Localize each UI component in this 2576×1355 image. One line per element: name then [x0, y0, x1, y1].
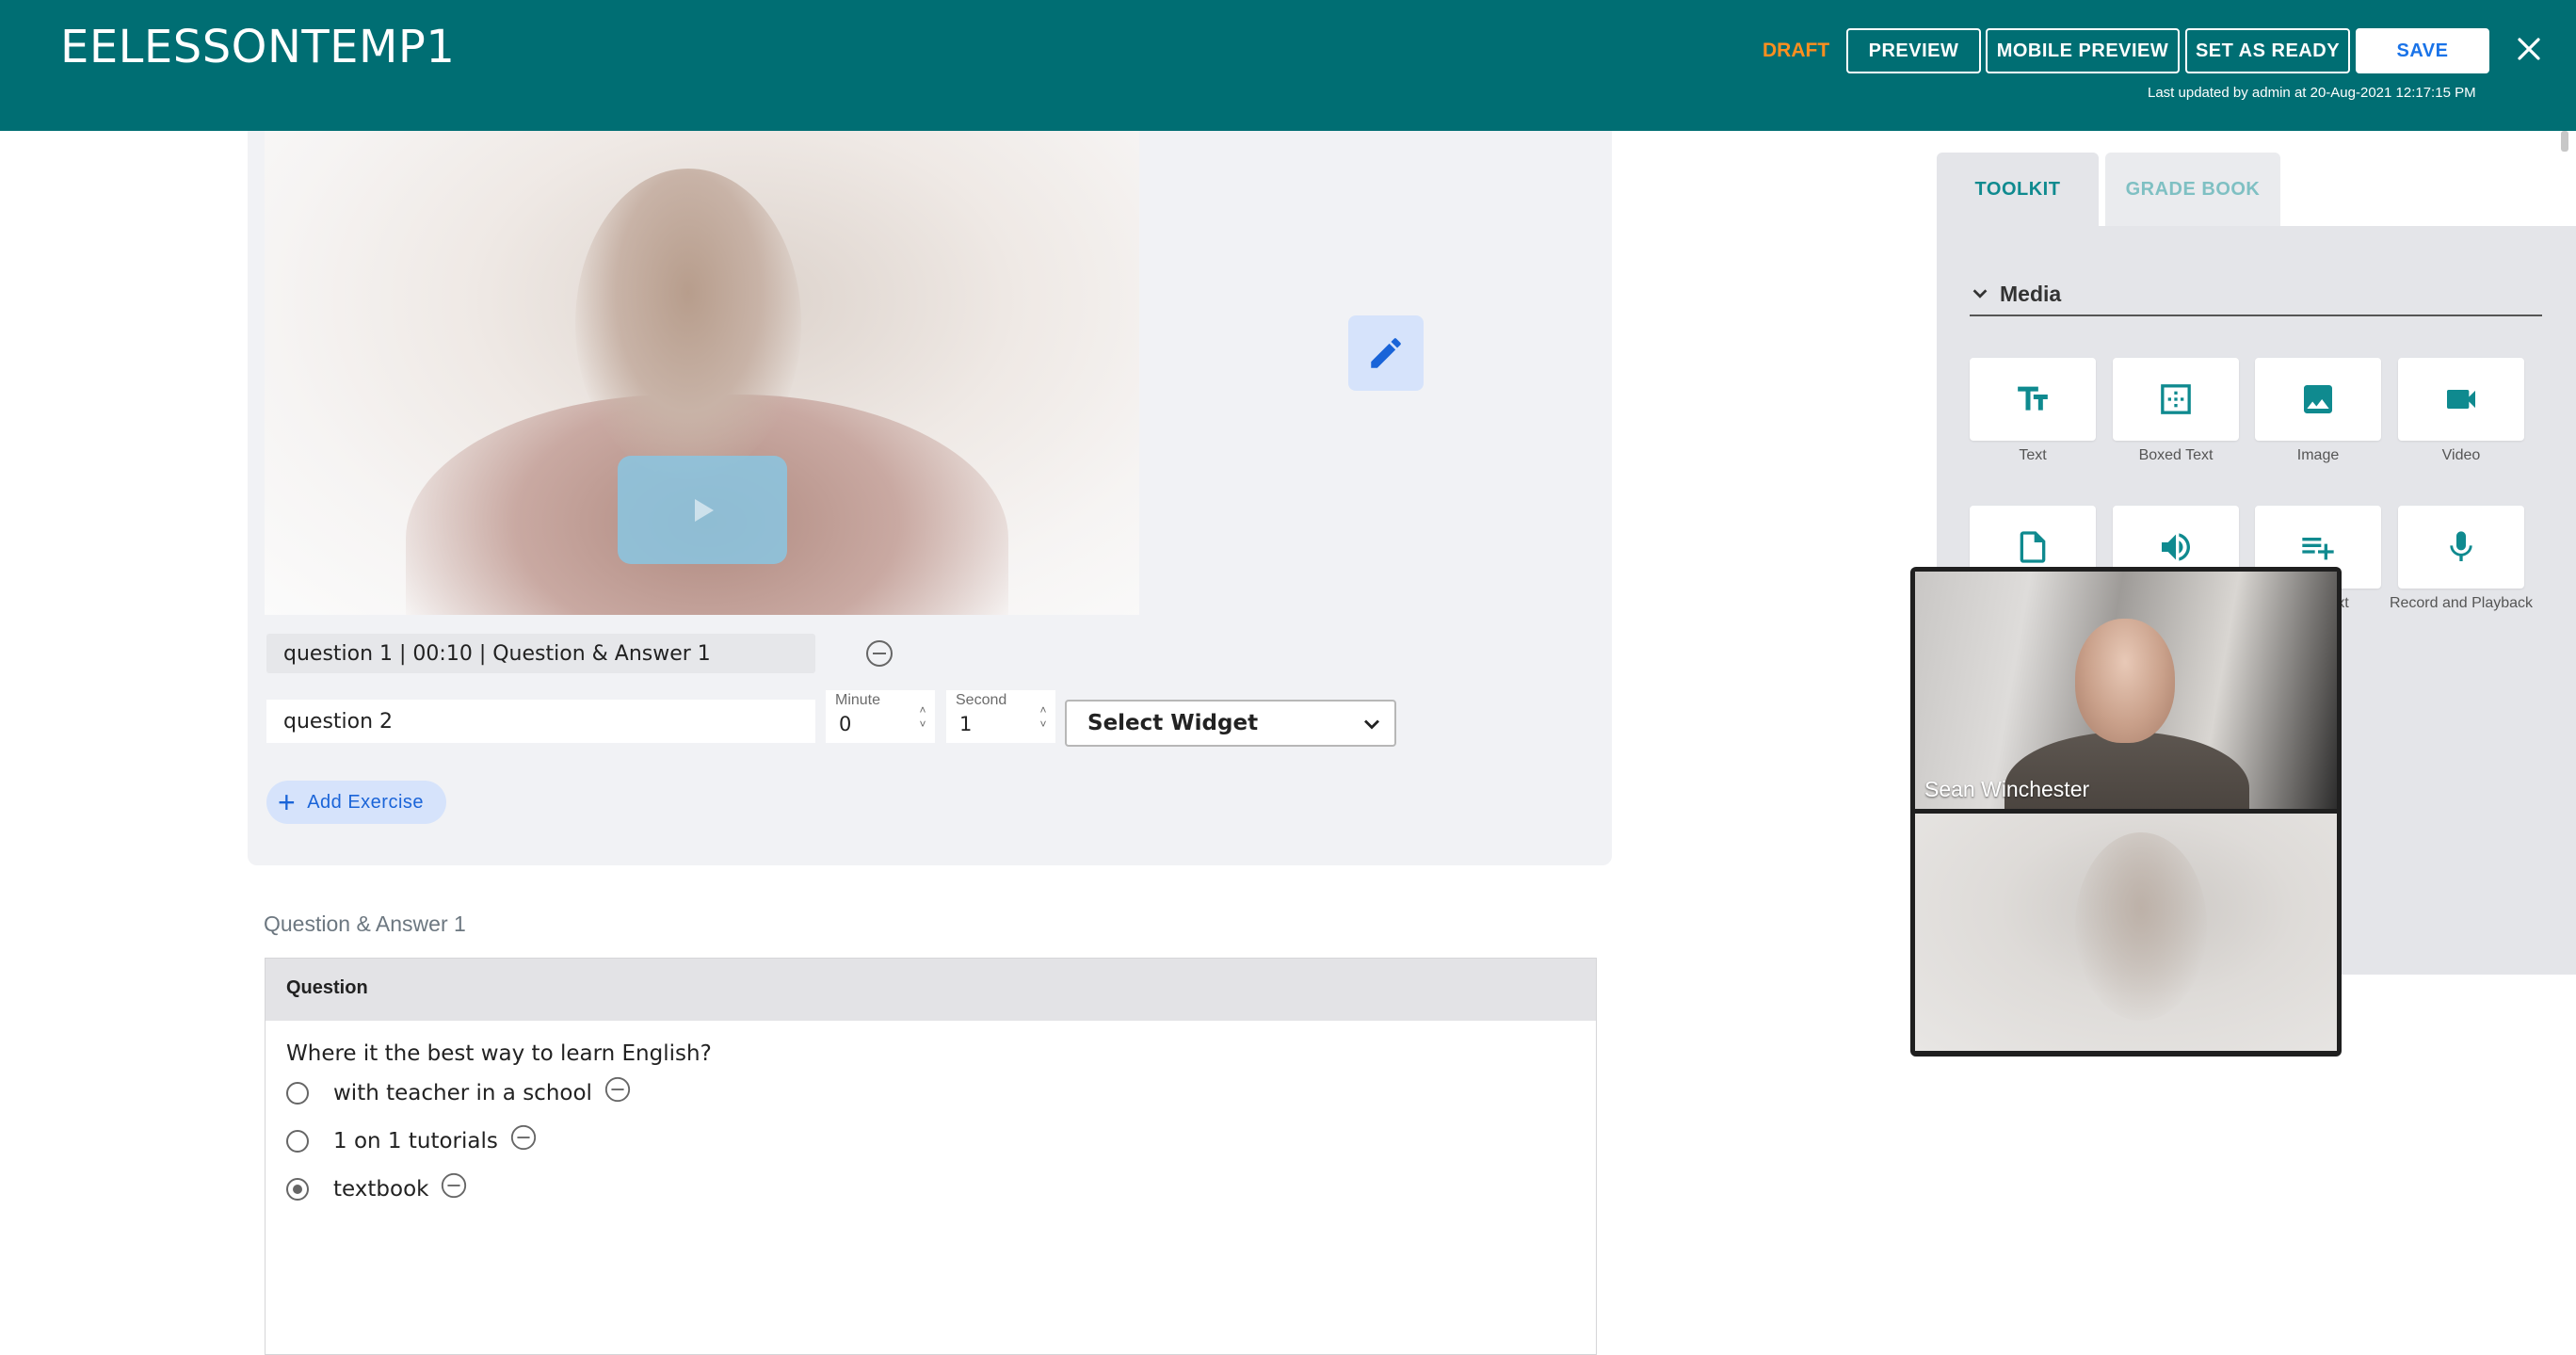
- mobile-preview-button[interactable]: MOBILE PREVIEW: [1986, 28, 2180, 73]
- tool-label: Image: [2296, 447, 2340, 463]
- widget-select-value: Select Widget: [1087, 711, 1259, 735]
- video-call-overlay[interactable]: Sean Winchester: [1910, 567, 2342, 1057]
- scrollbar[interactable]: [2561, 131, 2568, 152]
- tool-boxed-text[interactable]: [2113, 358, 2239, 441]
- status-badge: DRAFT: [1763, 40, 1830, 61]
- tool-image[interactable]: [2255, 358, 2381, 441]
- document-icon: [2020, 531, 2046, 563]
- add-exercise-button[interactable]: + Add Exercise: [266, 781, 446, 824]
- tab-toolkit[interactable]: TOOLKIT: [1937, 153, 2099, 226]
- tool-label: Video: [2441, 447, 2481, 463]
- close-icon[interactable]: [2510, 30, 2548, 68]
- second-spin-arrows-icon[interactable]: ˄ ˅: [1037, 703, 1050, 732]
- widget-select[interactable]: Select Widget: [1065, 700, 1396, 747]
- image-icon: [2304, 385, 2332, 413]
- video-camera-icon: [2447, 390, 2475, 409]
- chevron-down-icon: [1364, 719, 1379, 730]
- media-section-header[interactable]: Media: [1970, 273, 2542, 316]
- participant-video-tile: Sean Winchester: [1915, 572, 2337, 809]
- tool-label: Boxed Text: [2138, 447, 2214, 463]
- minute-spin-arrows-icon[interactable]: ˄ ˅: [916, 703, 929, 732]
- boxed-text-icon: [2161, 384, 2191, 414]
- remove-exercise-icon[interactable]: [864, 638, 894, 669]
- microphone-icon: [2450, 531, 2472, 561]
- answer-option[interactable]: with teacher in a school: [286, 1074, 632, 1112]
- remove-option-icon[interactable]: [604, 1075, 632, 1104]
- second-stepper[interactable]: Second 1 ˄ ˅: [946, 690, 1055, 743]
- exercise-name-input[interactable]: question 2: [266, 700, 815, 743]
- answer-option[interactable]: 1 on 1 tutorials: [286, 1122, 538, 1160]
- volume-icon: [2162, 533, 2190, 561]
- exercise-name-value: question 2: [283, 709, 394, 734]
- question-card-header: Question: [266, 959, 1596, 1021]
- lesson-title: EELESSONTEMP1: [60, 21, 456, 73]
- media-section-title: Media: [2000, 281, 2062, 306]
- second-value: 1: [959, 713, 973, 735]
- participant-head: [2075, 619, 2175, 743]
- tool-record-playback[interactable]: [2398, 506, 2524, 589]
- set-as-ready-button[interactable]: SET AS READY: [2185, 28, 2350, 73]
- question-card-title: Question: [286, 977, 368, 998]
- radio-button[interactable]: [286, 1130, 309, 1153]
- minute-stepper[interactable]: Minute 0 ˄ ˅: [826, 690, 935, 743]
- blurred-self-figure: [2075, 832, 2207, 1021]
- play-icon[interactable]: [618, 456, 787, 564]
- preview-button[interactable]: PREVIEW: [1846, 28, 1981, 73]
- pencil-icon: [1371, 338, 1401, 368]
- answer-option-label: with teacher in a school: [333, 1081, 592, 1105]
- add-exercise-label: Add Exercise: [307, 791, 425, 813]
- playlist-add-icon: [2302, 538, 2334, 560]
- tool-video[interactable]: [2398, 358, 2524, 441]
- edit-video-button[interactable]: [1348, 315, 1424, 391]
- answer-option[interactable]: textbook: [286, 1170, 468, 1208]
- video-preview[interactable]: [265, 131, 1139, 615]
- tool-text[interactable]: [1970, 358, 2096, 441]
- plus-icon: +: [278, 785, 297, 819]
- answer-option-label: textbook: [333, 1177, 429, 1202]
- second-label: Second: [956, 692, 1007, 708]
- text-size-icon: [2018, 386, 2048, 411]
- minute-label: Minute: [835, 692, 881, 708]
- app-header: EELESSONTEMP1 DRAFT PREVIEW MOBILE PREVI…: [0, 0, 2576, 131]
- section-heading: Question & Answer 1: [264, 911, 466, 936]
- minute-value: 0: [839, 713, 852, 735]
- question-card: Question Where it the best way to learn …: [265, 958, 1597, 1355]
- remove-option-icon[interactable]: [509, 1123, 538, 1152]
- participant-name: Sean Winchester: [1924, 777, 2090, 801]
- radio-button-selected[interactable]: [286, 1178, 309, 1201]
- answer-option-label: 1 on 1 tutorials: [333, 1129, 498, 1153]
- radio-button[interactable]: [286, 1082, 309, 1105]
- tool-label: Record and Playback: [2389, 595, 2534, 611]
- tool-label: Text: [2019, 447, 2047, 463]
- question-text: Where it the best way to learn English?: [286, 1041, 712, 1066]
- save-button[interactable]: SAVE: [2356, 28, 2489, 73]
- exercise-item[interactable]: question 1 | 00:10 | Question & Answer 1: [266, 634, 815, 673]
- self-video-tile: [1915, 814, 2337, 1051]
- chevron-down-icon: [1972, 289, 1988, 298]
- remove-option-icon[interactable]: [440, 1171, 468, 1200]
- tab-grade-book[interactable]: GRADE BOOK: [2105, 153, 2280, 226]
- last-updated-text: Last updated by admin at 20-Aug-2021 12:…: [2148, 85, 2476, 101]
- blurred-figure-head: [575, 169, 801, 479]
